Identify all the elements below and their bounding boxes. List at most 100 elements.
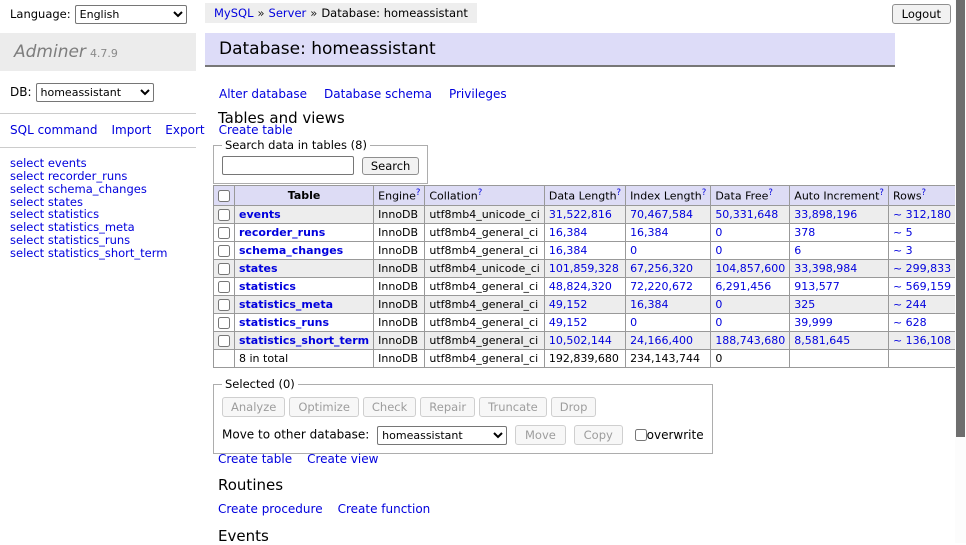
sidebar-action-sql-command[interactable]: SQL command (10, 123, 97, 137)
data-length-link[interactable]: 49,152 (549, 316, 588, 329)
rows-count-link[interactable]: ~ 628 (893, 316, 927, 329)
vertical-scrollbar[interactable] (955, 0, 966, 543)
auto-increment-link[interactable]: 325 (794, 298, 815, 311)
data-length-link[interactable]: 31,522,816 (549, 208, 612, 221)
scrollbar-thumb[interactable] (956, 0, 965, 437)
data-free-link[interactable]: 50,331,648 (715, 208, 778, 221)
search-input[interactable] (222, 156, 354, 175)
data-length-link[interactable]: 10,502,144 (549, 334, 612, 347)
auto-increment-link[interactable]: 39,999 (794, 316, 833, 329)
db-select[interactable]: homeassistant (36, 83, 154, 102)
table-name-link[interactable]: statistics (239, 280, 296, 293)
index-length-link[interactable]: 24,166,400 (630, 334, 693, 347)
row-checkbox[interactable] (218, 335, 230, 347)
auto-increment-link[interactable]: 8,581,645 (794, 334, 850, 347)
table-name-link[interactable]: statistics_runs (239, 316, 329, 329)
auto-increment-link[interactable]: 33,898,196 (794, 208, 857, 221)
sidebar-select-recorder_runs[interactable]: select recorder_runs (10, 170, 186, 183)
breadcrumb-mysql-link[interactable]: MySQL (214, 6, 254, 20)
auto-increment-link[interactable]: 913,577 (794, 280, 840, 293)
overwrite-checkbox[interactable] (635, 429, 647, 441)
check-button[interactable]: Check (363, 397, 416, 417)
rows-count-link[interactable]: ~ 299,833 (893, 262, 951, 275)
table-name-link[interactable]: statistics_short_term (239, 334, 369, 347)
row-checkbox[interactable] (218, 281, 230, 293)
move-db-select[interactable]: homeassistant (377, 426, 507, 445)
repair-button[interactable]: Repair (420, 397, 475, 417)
data-length-link[interactable]: 16,384 (549, 226, 588, 239)
row-checkbox[interactable] (218, 263, 230, 275)
table-name-link[interactable]: states (239, 262, 278, 275)
optimize-button[interactable]: Optimize (289, 397, 359, 417)
auto-increment-link[interactable]: 378 (794, 226, 815, 239)
table-name-link[interactable]: events (239, 208, 281, 221)
language-select[interactable]: English (75, 5, 187, 24)
index-length-link[interactable]: 72,220,672 (630, 280, 693, 293)
rows-count-link[interactable]: ~ 244 (893, 298, 927, 311)
create-view-link[interactable]: Create view (307, 452, 378, 466)
rows-count-link[interactable]: ~ 569,159 (893, 280, 951, 293)
sidebar-select-statistics_short_term[interactable]: select statistics_short_term (10, 247, 186, 260)
row-checkbox[interactable] (218, 209, 230, 221)
data-free-link[interactable]: 6,291,456 (715, 280, 771, 293)
drop-button[interactable]: Drop (551, 397, 597, 417)
auto-increment-link[interactable]: 6 (794, 244, 801, 257)
search-button[interactable]: Search (362, 157, 420, 175)
copy-button[interactable]: Copy (574, 425, 623, 445)
create-procedure-link[interactable]: Create procedure (218, 502, 323, 516)
column-help-link[interactable]: ? (478, 188, 483, 198)
index-length-link[interactable]: 70,467,584 (630, 208, 693, 221)
row-checkbox[interactable] (218, 317, 230, 329)
nav-link-alter-database[interactable]: Alter database (219, 87, 307, 101)
nav-link-privileges[interactable]: Privileges (449, 87, 507, 101)
logout-button[interactable]: Logout (892, 4, 951, 24)
table-name-link[interactable]: statistics_meta (239, 298, 333, 311)
data-free-link[interactable]: 0 (715, 244, 722, 257)
table-name-link[interactable]: recorder_runs (239, 226, 325, 239)
sidebar-action-export[interactable]: Export (165, 123, 204, 137)
sidebar-select-schema_changes[interactable]: select schema_changes (10, 183, 186, 196)
auto-increment-cell: 33,898,196 (790, 205, 889, 223)
row-checkbox[interactable] (218, 299, 230, 311)
index-length-link[interactable]: 16,384 (630, 298, 669, 311)
row-checkbox[interactable] (218, 227, 230, 239)
auto-increment-link[interactable]: 33,398,984 (794, 262, 857, 275)
column-help-link[interactable]: ? (702, 188, 707, 198)
create-function-link[interactable]: Create function (338, 502, 431, 516)
nav-link-database-schema[interactable]: Database schema (324, 87, 432, 101)
column-help-link[interactable]: ? (922, 188, 927, 198)
sidebar-select-statistics_runs[interactable]: select statistics_runs (10, 234, 186, 247)
analyze-button[interactable]: Analyze (222, 397, 285, 417)
select-all-checkbox[interactable] (218, 190, 230, 202)
truncate-button[interactable]: Truncate (479, 397, 547, 417)
column-help-link[interactable]: ? (416, 188, 421, 198)
rows-count-link[interactable]: ~ 312,180 (893, 208, 951, 221)
sidebar-action-import[interactable]: Import (111, 123, 151, 137)
data-free-link[interactable]: 0 (715, 316, 722, 329)
data-free-link[interactable]: 188,743,680 (715, 334, 785, 347)
data-length-link[interactable]: 49,152 (549, 298, 588, 311)
row-checkbox[interactable] (218, 245, 230, 257)
data-free-link[interactable]: 104,857,600 (715, 262, 785, 275)
engine-cell: InnoDB (374, 205, 425, 223)
data-free-link[interactable]: 0 (715, 298, 722, 311)
column-help-link[interactable]: ? (617, 188, 622, 198)
column-help-link[interactable]: ? (879, 188, 884, 198)
breadcrumb-server-link[interactable]: Server (269, 6, 307, 20)
data-length-link[interactable]: 16,384 (549, 244, 588, 257)
adminer-logo[interactable]: Adminer4.7.9 (0, 33, 196, 71)
create-table-link[interactable]: Create table (218, 452, 292, 466)
rows-count-link[interactable]: ~ 3 (893, 244, 913, 257)
table-name-link[interactable]: schema_changes (239, 244, 343, 257)
data-length-link[interactable]: 101,859,328 (549, 262, 619, 275)
index-length-link[interactable]: 0 (630, 316, 637, 329)
data-length-link[interactable]: 48,824,320 (549, 280, 612, 293)
column-help-link[interactable]: ? (768, 188, 773, 198)
data-free-link[interactable]: 0 (715, 226, 722, 239)
move-button[interactable]: Move (515, 425, 566, 445)
index-length-link[interactable]: 67,256,320 (630, 262, 693, 275)
index-length-link[interactable]: 0 (630, 244, 637, 257)
rows-count-link[interactable]: ~ 5 (893, 226, 913, 239)
rows-count-link[interactable]: ~ 136,108 (893, 334, 951, 347)
index-length-link[interactable]: 16,384 (630, 226, 669, 239)
